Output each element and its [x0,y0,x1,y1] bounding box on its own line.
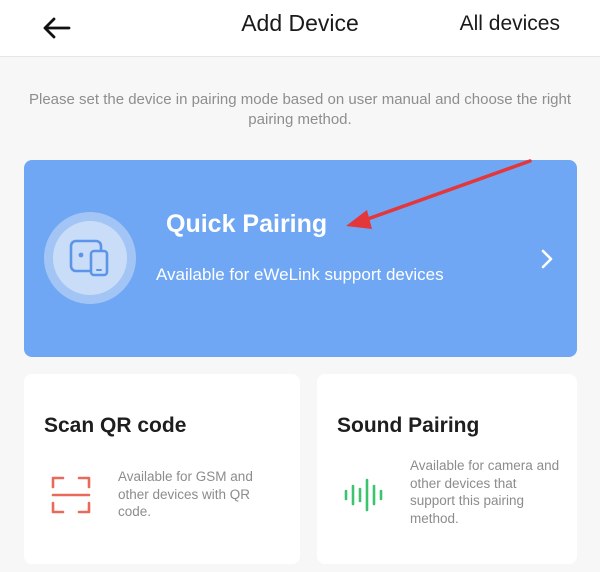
sound-pairing-title: Sound Pairing [337,414,480,437]
back-button[interactable] [36,8,76,48]
sound-wave-icon [344,478,383,512]
quick-pairing-icon-circle [44,212,136,304]
quick-pairing-card[interactable]: Quick Pairing Available for eWeLink supp… [24,160,577,357]
device-phone-icon [69,239,109,277]
scan-qr-description: Available for GSM and other devices with… [118,469,253,519]
header-bar: Add Device All devices [0,0,600,57]
quick-pairing-description: Available for eWeLink support devices [156,265,444,284]
sound-pairing-card[interactable]: Sound Pairing Available for camera and o… [317,374,577,564]
pairing-instructions: Please set the device in pairing mode ba… [28,91,571,128]
qr-scan-icon [51,476,91,514]
all-devices-link[interactable]: All devices [460,12,560,36]
quick-pairing-title: Quick Pairing [166,210,328,238]
scan-qr-card[interactable]: Scan QR code Available for GSM and other… [24,374,300,564]
chevron-right-icon [541,249,553,269]
arrow-left-icon [43,17,71,39]
add-device-screen: Add Device All devices Please set the de… [0,0,600,572]
sound-pairing-description: Available for camera and other devices t… [410,458,560,526]
scan-qr-title: Scan QR code [44,414,187,437]
